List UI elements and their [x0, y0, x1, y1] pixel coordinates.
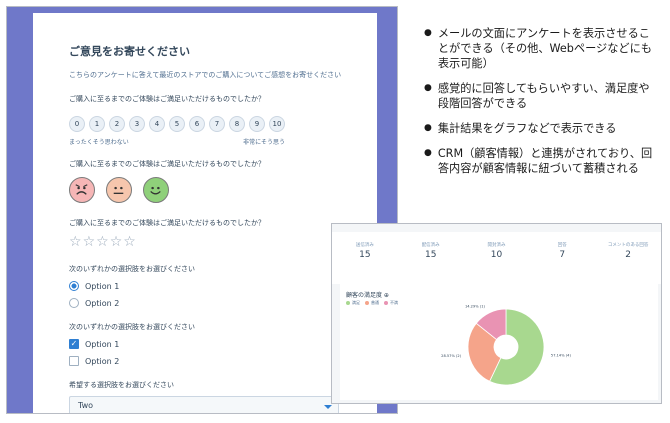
nps-option[interactable]: 5 — [169, 116, 185, 132]
slice-data-label: 14.29% (1) — [465, 304, 486, 308]
feature-text: 感覚的に回答してもらいやすい、満足度や段階回答ができる — [437, 82, 650, 110]
satisfaction-panel: 顧客の満足度 ⊕ 満足 普通 不満 57.14% (4) 28.57% (2) 14.2… — [340, 284, 658, 400]
stat-tile: 開封済み 10 — [464, 232, 530, 284]
survey-title: ご意見をお寄せください — [69, 45, 190, 58]
stat-label: 開封済み — [487, 243, 506, 248]
nps-option[interactable]: 4 — [149, 116, 165, 132]
checkbox-label: Option 1 — [85, 339, 120, 349]
question-faces: ご購入に至るまでのご体験はご満足いただけるものでしたか？ — [69, 160, 265, 168]
checkbox-label: Option 2 — [85, 356, 120, 366]
radio-button[interactable] — [69, 281, 79, 291]
bullet-icon: ● — [424, 28, 432, 38]
star-icon[interactable]: ☆ — [123, 234, 136, 250]
slice-data-label: 28.57% (2) — [441, 354, 462, 358]
feature-text: 集計結果をグラフなどで表示できる — [437, 122, 617, 135]
stat-value: 2 — [625, 250, 631, 260]
nps-option[interactable]: 3 — [129, 116, 145, 132]
feature-text: CRM（顧客情報）と連携がされており、回答内容が顧客情報に紐づいて蓄積される — [437, 147, 653, 175]
stat-tile: コメントのある回答 2 — [595, 232, 661, 284]
stat-tile: 回答 7 — [529, 232, 595, 284]
stat-label: 回答 — [557, 243, 567, 248]
star-icon[interactable]: ☆ — [69, 234, 82, 250]
neutral-face-icon[interactable] — [106, 177, 132, 203]
survey-form: ご意見をお寄せください こちらのアンケートに答えて最近のストアでのご購入について… — [33, 13, 377, 413]
nps-option[interactable]: 0 — [69, 116, 85, 132]
face-rating — [69, 177, 377, 203]
radio-label: Option 2 — [85, 298, 120, 308]
nps-option[interactable]: 1 — [89, 116, 105, 132]
slice-data-label: 57.14% (4) — [551, 354, 572, 358]
nps-option[interactable]: 2 — [109, 116, 125, 132]
question-nps: ご購入に至るまでのご体験はご満足いただけるものでしたか？ — [69, 95, 265, 103]
sad-face-icon[interactable] — [69, 177, 95, 203]
feature-item: ● メールの文面にアンケートを表示させることができる（その他、Webページなどにも… — [424, 26, 660, 71]
radio-button[interactable] — [69, 298, 79, 308]
feature-text: メールの文面にアンケートを表示させることができる（その他、Webページなどにも表… — [437, 27, 652, 70]
stat-label: 送信済み — [355, 243, 374, 248]
chevron-down-icon[interactable] — [324, 405, 332, 409]
feature-list: ● メールの文面にアンケートを表示させることができる（その他、Webページなどにも… — [424, 26, 660, 186]
stat-tile: 配信済み 15 — [398, 232, 464, 284]
nps-option[interactable]: 6 — [189, 116, 205, 132]
nps-option[interactable]: 7 — [209, 116, 225, 132]
stat-value: 15 — [424, 250, 437, 260]
star-icon[interactable]: ☆ — [83, 234, 96, 250]
nps-labels: まったくそう思わない 非常にそう思う — [69, 137, 285, 146]
nps-option[interactable]: 9 — [249, 116, 265, 132]
feature-item: ● 集計結果をグラフなどで表示できる — [424, 121, 660, 136]
nps-high-label: 非常にそう思う — [243, 139, 285, 146]
bullet-icon: ● — [424, 148, 432, 158]
feature-item: ● CRM（顧客情報）と連携がされており、回答内容が顧客情報に紐づいて蓄積される — [424, 146, 660, 176]
stat-label: コメントのある回答 — [607, 243, 649, 248]
report-stats: 送信済み 15 配信済み 15 開封済み 10 回答 7 コメントのある回答 2 — [332, 232, 661, 284]
radio-label: Option 1 — [85, 281, 120, 291]
star-icon[interactable]: ☆ — [96, 234, 109, 250]
nps-option[interactable]: 8 — [229, 116, 245, 132]
nps-low-label: まったくそう思わない — [69, 139, 129, 146]
choice-dropdown[interactable]: Two — [69, 396, 339, 413]
star-icon[interactable]: ☆ — [110, 234, 123, 250]
dropdown-value: Two — [78, 401, 93, 410]
nps-option[interactable]: 10 — [269, 116, 285, 132]
happy-face-icon[interactable] — [143, 177, 169, 203]
survey-report: 送信済み 15 配信済み 15 開封済み 10 回答 7 コメントのある回答 2 顧客の満足度 ⊕… — [331, 223, 662, 404]
survey-intro: こちらのアンケートに答えて最近のストアでのご購入についてご感想をお寄せください — [69, 71, 342, 79]
stat-tile: 送信済み 15 — [332, 232, 398, 284]
checkbox[interactable] — [69, 356, 79, 366]
bullet-icon: ● — [424, 123, 432, 133]
nps-scale: 0 1 2 3 4 5 6 7 8 9 10 — [69, 116, 377, 132]
stat-label: 配信済み — [421, 243, 440, 248]
feature-item: ● 感覚的に回答してもらいやすい、満足度や段階回答ができる — [424, 81, 660, 111]
stat-value: 10 — [490, 250, 503, 260]
stat-value: 7 — [559, 250, 566, 260]
bullet-icon: ● — [424, 83, 432, 93]
stat-value: 15 — [359, 250, 371, 260]
checkbox[interactable]: ✓ — [69, 339, 79, 349]
donut-chart: 57.14% (4) 28.57% (2) 14.29% (1) — [441, 304, 572, 386]
